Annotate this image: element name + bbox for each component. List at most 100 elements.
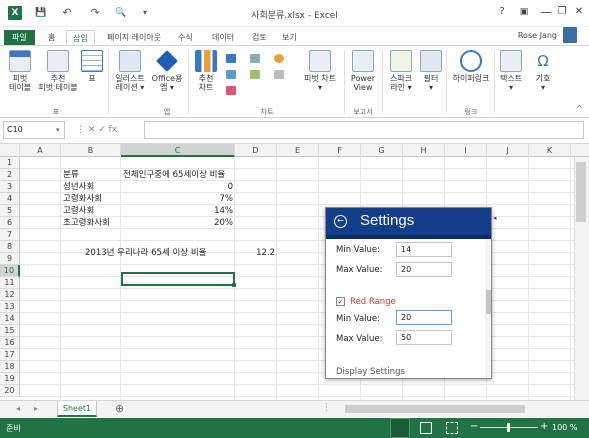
red-min-value-input[interactable]: 20 bbox=[396, 310, 452, 325]
tab-file[interactable]: 파일 bbox=[4, 30, 35, 46]
column-header[interactable]: I bbox=[445, 144, 487, 157]
office-apps-button[interactable]: Office용 앱 ▾ bbox=[150, 48, 184, 92]
area-chart-icon[interactable] bbox=[250, 70, 260, 79]
fill-handle[interactable] bbox=[232, 283, 236, 287]
table-button[interactable]: 표 bbox=[80, 48, 104, 83]
column-header[interactable]: E bbox=[277, 144, 319, 157]
row-header[interactable]: 9 bbox=[0, 253, 20, 265]
zoom-out-button[interactable]: − bbox=[470, 421, 478, 432]
other-chart-icon[interactable] bbox=[226, 86, 236, 95]
panel-collapse-icon[interactable]: ◂ bbox=[493, 214, 497, 222]
red-max-value-input[interactable]: 50 bbox=[396, 330, 452, 345]
select-all-corner[interactable] bbox=[0, 144, 20, 157]
column-header[interactable]: F bbox=[319, 144, 361, 157]
row-header[interactable]: 16 bbox=[0, 337, 20, 349]
cell-b6[interactable]: 초고령화사회 bbox=[63, 217, 110, 229]
recommended-charts-button[interactable]: 추천 차트 bbox=[192, 48, 220, 92]
row-header[interactable]: 10 bbox=[0, 265, 20, 277]
zoom-slider-thumb[interactable] bbox=[507, 423, 510, 432]
column-header[interactable]: C bbox=[121, 144, 235, 157]
line-chart-icon[interactable] bbox=[250, 54, 260, 63]
row-header[interactable]: 5 bbox=[0, 205, 20, 217]
formula-bar-icons[interactable]: ⋮ ✕ ✓ fx bbox=[76, 121, 142, 139]
display-settings-link[interactable]: Display Settings bbox=[336, 367, 405, 377]
cell-b5[interactable]: 고령사회 bbox=[63, 205, 94, 217]
tab-review[interactable]: 검토 bbox=[246, 30, 273, 46]
checkbox-icon[interactable]: ✓ bbox=[336, 297, 345, 306]
tab-insert[interactable]: 삽입 bbox=[66, 30, 95, 46]
symbols-button[interactable]: Ω 기호 ▾ bbox=[530, 48, 556, 92]
row-header[interactable]: 19 bbox=[0, 373, 20, 385]
selected-cell-c10[interactable] bbox=[121, 272, 235, 286]
column-header[interactable]: D bbox=[235, 144, 277, 157]
text-button[interactable]: 텍스트 ▾ bbox=[498, 48, 524, 92]
cell-b3[interactable]: 성년사회 bbox=[63, 181, 94, 193]
row-header[interactable]: 1 bbox=[0, 157, 20, 169]
user-name[interactable]: Rose Jang bbox=[518, 31, 557, 40]
tab-home[interactable]: 홈 bbox=[42, 30, 61, 46]
cell-c4[interactable]: 7% bbox=[121, 193, 234, 205]
row-header[interactable]: 11 bbox=[0, 277, 20, 289]
row-header[interactable]: 2 bbox=[0, 169, 20, 181]
pivot-chart-button[interactable]: 피벗 차트 ▾ bbox=[300, 48, 340, 92]
column-header[interactable]: K bbox=[529, 144, 571, 157]
normal-view-icon[interactable] bbox=[390, 418, 410, 438]
row-header[interactable]: 4 bbox=[0, 193, 20, 205]
row-header[interactable]: 17 bbox=[0, 349, 20, 361]
collapse-ribbon-icon[interactable]: ^ bbox=[576, 104, 583, 113]
column-header[interactable]: B bbox=[61, 144, 121, 157]
cell-c5[interactable]: 14% bbox=[121, 205, 233, 217]
sheet-tab-sheet1[interactable]: Sheet1 bbox=[57, 401, 97, 417]
horizontal-scroll-thumb[interactable] bbox=[345, 405, 525, 413]
add-sheet-icon[interactable]: ⊕ bbox=[115, 402, 124, 415]
ribbon-options-button[interactable]: ▣ bbox=[513, 2, 535, 22]
sparklines-button[interactable]: 스파크 라인 ▾ bbox=[386, 48, 416, 92]
formula-input[interactable] bbox=[144, 121, 584, 139]
cell-b2[interactable]: 분류 bbox=[63, 169, 79, 181]
filters-button[interactable]: 필터 ▾ bbox=[418, 48, 444, 92]
cell-c2[interactable]: 전체인구중에 65세이상 비율 bbox=[123, 169, 225, 181]
back-arrow-icon[interactable]: ← bbox=[334, 215, 347, 228]
row-header[interactable]: 8 bbox=[0, 241, 20, 253]
column-header[interactable]: H bbox=[403, 144, 445, 157]
tab-data[interactable]: 데이터 bbox=[206, 30, 240, 46]
name-box-dropdown-icon[interactable]: ▾ bbox=[56, 126, 60, 134]
recommended-pivot-button[interactable]: 추천 피벗 테이블 bbox=[38, 48, 78, 92]
row-header[interactable]: 7 bbox=[0, 229, 20, 241]
close-button[interactable]: ✕ bbox=[568, 2, 589, 22]
column-header[interactable]: J bbox=[487, 144, 529, 157]
avatar[interactable] bbox=[563, 27, 577, 43]
row-header[interactable]: 6 bbox=[0, 217, 20, 229]
row-header[interactable]: 15 bbox=[0, 325, 20, 337]
tab-page-layout[interactable]: 페이지 레이아웃 bbox=[101, 30, 167, 46]
zoom-level[interactable]: 100 % bbox=[552, 423, 577, 432]
max-value-input[interactable]: 20 bbox=[396, 262, 452, 277]
row-header[interactable]: 3 bbox=[0, 181, 20, 193]
column-header[interactable]: A bbox=[20, 144, 61, 157]
page-break-view-icon[interactable] bbox=[446, 422, 458, 434]
cell-b8[interactable]: 2013년 우리나라 65세 이상 비율 bbox=[85, 247, 206, 259]
panel-scroll-thumb[interactable] bbox=[486, 290, 491, 314]
red-range-label[interactable]: Red Range bbox=[350, 297, 396, 307]
row-header[interactable]: 14 bbox=[0, 313, 20, 325]
vertical-scroll-thumb[interactable] bbox=[576, 162, 586, 222]
cell-c6[interactable]: 20% bbox=[121, 217, 233, 229]
column-header[interactable]: G bbox=[361, 144, 403, 157]
row-header[interactable]: 18 bbox=[0, 361, 20, 373]
sheet-nav-next-icon[interactable]: ▸ bbox=[34, 404, 38, 413]
cell-c3[interactable]: 0 bbox=[121, 181, 233, 193]
sheet-nav-prev-icon[interactable]: ◂ bbox=[16, 404, 20, 413]
row-header[interactable]: 20 bbox=[0, 385, 20, 397]
worksheet-grid[interactable]: A B C D E F G H I J K 1 2 3 4 5 6 7 8 9 10 11 12 13 1… bbox=[0, 143, 589, 400]
column-chart-icon[interactable] bbox=[226, 54, 236, 63]
zoom-in-button[interactable]: + bbox=[540, 421, 548, 432]
help-button[interactable]: ? bbox=[491, 2, 513, 22]
tab-view[interactable]: 보기 bbox=[276, 30, 303, 46]
page-layout-view-icon[interactable] bbox=[420, 422, 432, 434]
pivot-table-button[interactable]: 피벗 테이블 bbox=[6, 48, 34, 92]
row-header[interactable]: 13 bbox=[0, 301, 20, 313]
hyperlink-button[interactable]: 하이퍼링크 bbox=[450, 48, 492, 83]
tab-formulas[interactable]: 수식 bbox=[172, 30, 199, 46]
min-value-input[interactable]: 14 bbox=[396, 242, 452, 257]
power-view-button[interactable]: Power View bbox=[348, 48, 378, 92]
